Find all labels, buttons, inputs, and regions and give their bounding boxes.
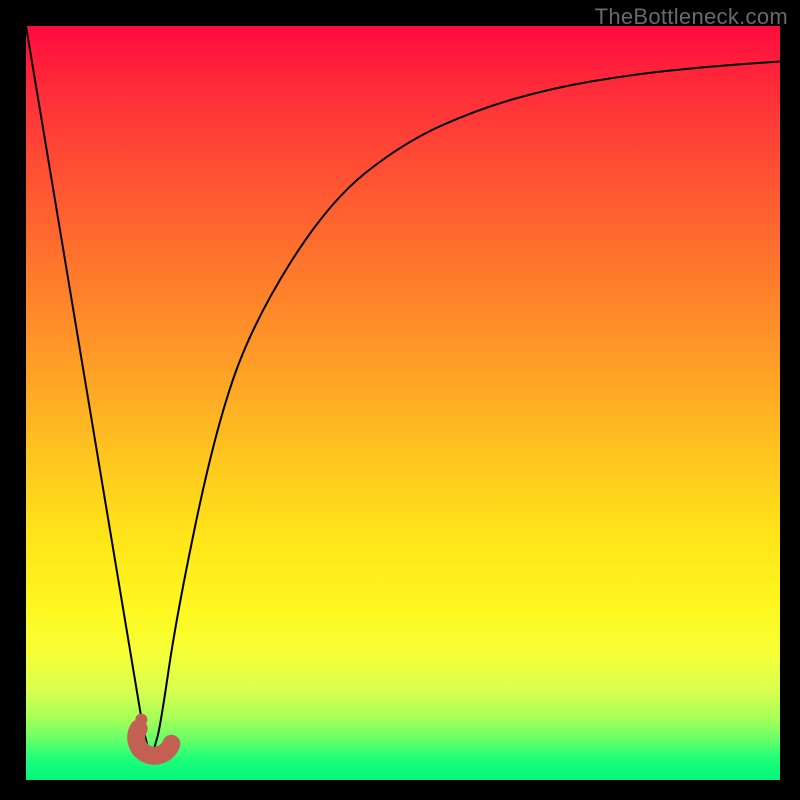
plot-area	[26, 26, 780, 780]
chart-frame: TheBottleneck.com	[0, 0, 800, 800]
background-gradient	[26, 26, 780, 780]
